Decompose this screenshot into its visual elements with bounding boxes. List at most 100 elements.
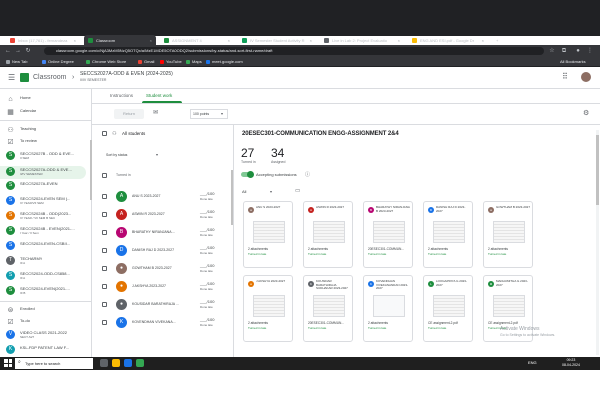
status-filter[interactable]: All xyxy=(242,189,246,194)
back-icon[interactable]: ← xyxy=(4,46,12,56)
attachment-thumbnail[interactable] xyxy=(433,221,465,243)
student-row[interactable]: A ANU S 2023-2027 ___/100 Done late xyxy=(100,188,232,206)
browser-tab[interactable]: ENG AND ESI.pdf - Google Dr × xyxy=(408,35,488,45)
student-checkbox[interactable] xyxy=(102,266,107,271)
sidebar-item-teaching[interactable]: ⚇ Teaching xyxy=(0,126,91,135)
return-button[interactable]: Return xyxy=(114,109,144,119)
student-checkbox[interactable] xyxy=(102,284,107,289)
submission-card[interactable]: A ASWIN R 2023-2027 2 attachments Turned in… xyxy=(303,201,353,268)
student-grade-input[interactable]: ___/100 xyxy=(200,299,214,304)
main-scrollbar[interactable] xyxy=(596,135,599,205)
sidebar-class-item[interactable]: S SECCS2024-EVEN-CSBII... xyxy=(0,241,91,250)
student-row[interactable]: B BHARATHY NIRANJANA ... ___/100 Done late xyxy=(100,224,232,242)
class-title[interactable]: SECCS2027A-ODD & EVEN (2024-2025) xyxy=(80,71,173,77)
browser-tab[interactable]: Inbox (17,761) - fernandeza × xyxy=(6,35,80,45)
close-tab-icon[interactable]: × xyxy=(228,38,230,43)
student-list-scrollbar[interactable] xyxy=(231,170,233,225)
sidebar-class-item[interactable]: S SECCS2024-EVEN(2021-... III B xyxy=(0,286,91,295)
submission-card[interactable]: K KOUSIDAR BARATHIRAJA SUDHAKAR 2023-2027… xyxy=(303,275,353,342)
submission-card[interactable]: D DANISH RAJ D 2023-2027 2 attachments Turn… xyxy=(423,201,473,268)
account-avatar[interactable] xyxy=(581,72,591,82)
sidebar-class-item[interactable]: S SECCS2027B - ODD & EVE... II SEM xyxy=(0,151,91,160)
file-explorer-icon[interactable] xyxy=(112,359,120,367)
classroom-logo[interactable] xyxy=(20,73,29,82)
browser-tab[interactable]: Classroom × xyxy=(84,35,156,45)
main-menu-icon[interactable]: ☰ xyxy=(8,73,15,82)
app-icon[interactable] xyxy=(136,359,144,367)
sidebar-class-item[interactable]: S SECCS2024B - ODD(2023... IV YEAR / VII S… xyxy=(0,211,91,220)
windows-start-icon[interactable] xyxy=(4,359,12,367)
student-grade-input[interactable]: ___/100 xyxy=(200,191,214,196)
attachment-thumbnail[interactable] xyxy=(373,221,405,243)
student-row[interactable]: ● GOWTHAM B 2023-2027 ___/100 Done late xyxy=(100,260,232,278)
all-bookmarks[interactable]: All Bookmarks xyxy=(560,57,586,67)
submission-card[interactable]: B BHARATHY NIRANJANA B 2023-2027 20ESEC301… xyxy=(363,201,413,268)
folder-icon[interactable]: ▭ xyxy=(295,188,300,194)
profile-icon[interactable]: ● xyxy=(574,46,582,56)
student-row[interactable]: ● J AKSHYA 2023-2027 ___/100 Done late xyxy=(100,278,232,296)
student-grade-input[interactable]: ___/100 xyxy=(200,227,214,232)
turned-in-checkbox[interactable] xyxy=(102,173,107,178)
address-bar[interactable]: classroom.google.com/c/NjA3MzM5NzQ5OTQx/… xyxy=(44,47,544,55)
student-checkbox[interactable] xyxy=(102,248,107,253)
close-tab-icon[interactable]: × xyxy=(74,38,76,43)
student-row[interactable]: K KOVENDHAN VIVEKANA... ___/100 Done late xyxy=(100,314,232,332)
sidebar-item-enrolled[interactable]: ⊜ Enrolled xyxy=(0,306,91,315)
sidebar-item-to-review[interactable]: ☑ To review xyxy=(0,138,91,147)
sidebar-class-item[interactable]: S SECCS2027A-EVEN xyxy=(0,181,91,190)
tab-instructions[interactable]: Instructions xyxy=(110,89,133,103)
sidebar-class-item[interactable]: S SECCS2024-EVEN SEM (... IV YEAR/VII SEM xyxy=(0,196,91,205)
student-row[interactable]: A ASWIN R 2023-2027 ___/100 Done late xyxy=(100,206,232,224)
bookmark-item[interactable]: meet.google.com xyxy=(206,57,243,67)
taskbar-search-input[interactable]: Type here to search xyxy=(15,358,93,369)
info-icon[interactable]: ⓘ xyxy=(305,171,310,178)
submission-card[interactable]: K KOVENDHAN VIVEKANANDAN 2023-2027 2 attac… xyxy=(363,275,413,342)
system-tray-language[interactable]: ENG xyxy=(528,360,537,365)
bookmark-item[interactable]: Online Degree xyxy=(42,57,74,67)
apps-grid-icon[interactable]: ⠿ xyxy=(562,72,568,81)
submission-card[interactable]: ● J AKSHYA 2023-2027 2 attachments Turned i… xyxy=(243,275,293,342)
student-grade-input[interactable]: ___/100 xyxy=(200,263,214,268)
sidebar-class-item[interactable]: T TECHARMY III A xyxy=(0,256,91,265)
student-checkbox[interactable] xyxy=(102,302,107,307)
task-view-icon[interactable] xyxy=(100,359,108,367)
chrome-icon[interactable] xyxy=(124,359,132,367)
close-tab-icon[interactable]: × xyxy=(150,38,152,43)
student-checkbox[interactable] xyxy=(102,230,107,235)
all-students-label[interactable]: All students xyxy=(122,131,145,136)
close-tab-icon[interactable]: × xyxy=(482,38,484,43)
sort-select[interactable]: Sort by status xyxy=(104,150,162,160)
attachment-thumbnail[interactable] xyxy=(433,295,465,317)
bookmark-item[interactable]: YouTube xyxy=(160,57,182,67)
bookmark-item[interactable]: New Tab xyxy=(6,57,28,67)
submission-card[interactable]: ● GOWTHAM B 2023-2027 2 attachments Turned … xyxy=(483,201,533,268)
star-icon[interactable]: ☆ xyxy=(548,46,556,56)
submission-card[interactable]: ● ANU S 2023-2027 2 attachments Turned in l… xyxy=(243,201,293,268)
close-tab-icon[interactable]: × xyxy=(310,38,312,43)
student-checkbox[interactable] xyxy=(102,194,107,199)
taskbar-clock[interactable]: 09:23 08-04-2024 xyxy=(562,358,580,367)
toggle-knob[interactable] xyxy=(247,171,254,178)
sidebar-item-home[interactable]: ⌂ Home xyxy=(0,95,91,104)
reload-icon[interactable]: ↻ xyxy=(24,46,32,56)
student-checkbox[interactable] xyxy=(102,212,107,217)
sidebar-class-item[interactable]: S SECCS2024-ODD-CS858... III A xyxy=(0,271,91,280)
attachment-thumbnail[interactable] xyxy=(313,295,345,317)
forward-icon[interactable]: → xyxy=(14,46,22,56)
close-tab-icon[interactable]: × xyxy=(398,38,400,43)
attachment-thumbnail[interactable] xyxy=(373,295,405,317)
email-icon[interactable]: ✉ xyxy=(153,109,158,116)
extensions-icon[interactable]: ⧉ xyxy=(560,46,568,56)
gear-icon[interactable]: ⚙ xyxy=(583,109,589,117)
select-all-checkbox[interactable] xyxy=(102,131,107,136)
browser-tab[interactable]: IV Semester Student Activity R × xyxy=(238,35,316,45)
new-tab-button[interactable]: + xyxy=(492,35,502,45)
student-grade-input[interactable]: ___/100 xyxy=(200,281,214,286)
student-row[interactable]: ● KOUSIDAR BARATHIRAJA ... ___/100 Done lat… xyxy=(100,296,232,314)
sidebar-class-item[interactable]: V VIDEO CLASS 2021-2022 SECT-S27 xyxy=(0,330,91,339)
attachment-thumbnail[interactable] xyxy=(253,221,285,243)
sidebar-class-item[interactable]: K KSL-FDP PATENT LAW F... xyxy=(0,345,91,354)
student-grade-input[interactable]: ___/100 xyxy=(200,317,214,322)
browser-tab[interactable]: Live in Lab 2: Project Evaluatio × xyxy=(320,35,404,45)
bookmark-item[interactable]: Chrome Web Store xyxy=(86,57,126,67)
